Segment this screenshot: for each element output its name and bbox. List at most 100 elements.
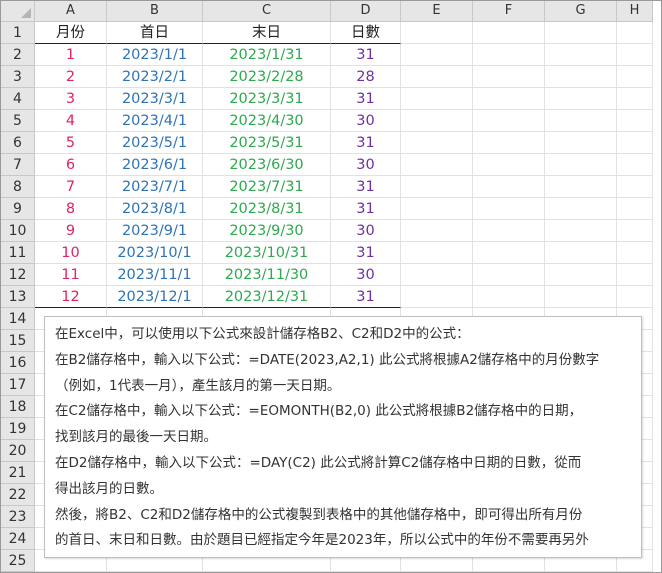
cell-month[interactable]: 1 bbox=[35, 44, 107, 66]
cell-e5[interactable] bbox=[401, 110, 473, 132]
cell-g3[interactable] bbox=[545, 66, 617, 88]
cell-h9[interactable] bbox=[617, 198, 653, 220]
cell-f7[interactable] bbox=[473, 154, 545, 176]
cell-f3[interactable] bbox=[473, 66, 545, 88]
cell-first-day[interactable]: 2023/9/1 bbox=[107, 220, 203, 242]
cell-e7[interactable] bbox=[401, 154, 473, 176]
cell-days[interactable]: 31 bbox=[331, 286, 401, 308]
cell-g6[interactable] bbox=[545, 132, 617, 154]
cell-g4[interactable] bbox=[545, 88, 617, 110]
cell-first-day[interactable]: 2023/3/1 bbox=[107, 88, 203, 110]
cell-g2[interactable] bbox=[545, 44, 617, 66]
cell-f6[interactable] bbox=[473, 132, 545, 154]
cell-f5[interactable] bbox=[473, 110, 545, 132]
row-header-20[interactable]: 20 bbox=[1, 440, 35, 462]
cell-first-day[interactable]: 2023/8/1 bbox=[107, 198, 203, 220]
cell-days[interactable]: 31 bbox=[331, 44, 401, 66]
cell-f13[interactable] bbox=[473, 286, 545, 308]
row-header-18[interactable]: 18 bbox=[1, 396, 35, 418]
cell-last-day[interactable]: 2023/7/31 bbox=[203, 176, 331, 198]
cell-e6[interactable] bbox=[401, 132, 473, 154]
cell-last-day[interactable]: 2023/4/30 bbox=[203, 110, 331, 132]
cell-days[interactable]: 31 bbox=[331, 198, 401, 220]
cell-g9[interactable] bbox=[545, 198, 617, 220]
column-header-d[interactable]: D bbox=[331, 1, 401, 22]
row-header-1[interactable]: 1 bbox=[1, 22, 35, 44]
cell-month[interactable]: 5 bbox=[35, 132, 107, 154]
cell-last-day[interactable]: 2023/6/30 bbox=[203, 154, 331, 176]
cell-month[interactable]: 8 bbox=[35, 198, 107, 220]
cell-h3[interactable] bbox=[617, 66, 653, 88]
cell-f8[interactable] bbox=[473, 176, 545, 198]
row-header-2[interactable]: 2 bbox=[1, 44, 35, 66]
cell-last-day[interactable]: 2023/10/31 bbox=[203, 242, 331, 264]
cell-e8[interactable] bbox=[401, 176, 473, 198]
column-header-e[interactable]: E bbox=[401, 1, 473, 22]
column-header-a[interactable]: A bbox=[35, 1, 107, 22]
column-header-h[interactable]: H bbox=[617, 1, 653, 22]
row-header-12[interactable]: 12 bbox=[1, 264, 35, 286]
row-header-11[interactable]: 11 bbox=[1, 242, 35, 264]
cell-last-day[interactable]: 2023/8/31 bbox=[203, 198, 331, 220]
row-header-9[interactable]: 9 bbox=[1, 198, 35, 220]
cell-days[interactable]: 30 bbox=[331, 264, 401, 286]
cell-f11[interactable] bbox=[473, 242, 545, 264]
row-header-25[interactable]: 25 bbox=[1, 550, 35, 572]
cell-e12[interactable] bbox=[401, 264, 473, 286]
cell-h12[interactable] bbox=[617, 264, 653, 286]
cell-f10[interactable] bbox=[473, 220, 545, 242]
cell-month[interactable]: 11 bbox=[35, 264, 107, 286]
row-header-14[interactable]: 14 bbox=[1, 308, 35, 330]
cell-days[interactable]: 30 bbox=[331, 110, 401, 132]
row-header-23[interactable]: 23 bbox=[1, 506, 35, 528]
row-header-16[interactable]: 16 bbox=[1, 352, 35, 374]
cell-days[interactable]: 28 bbox=[331, 66, 401, 88]
cell-f1[interactable] bbox=[473, 22, 545, 44]
cell-h13[interactable] bbox=[617, 286, 653, 308]
row-header-10[interactable]: 10 bbox=[1, 220, 35, 242]
cell-month[interactable]: 7 bbox=[35, 176, 107, 198]
cell-month[interactable]: 6 bbox=[35, 154, 107, 176]
cell-e9[interactable] bbox=[401, 198, 473, 220]
cell-month[interactable]: 9 bbox=[35, 220, 107, 242]
cell-f2[interactable] bbox=[473, 44, 545, 66]
cell-last-day[interactable]: 2023/3/31 bbox=[203, 88, 331, 110]
cell-e11[interactable] bbox=[401, 242, 473, 264]
cell-f12[interactable] bbox=[473, 264, 545, 286]
cell-g10[interactable] bbox=[545, 220, 617, 242]
cell-month[interactable]: 12 bbox=[35, 286, 107, 308]
cell-first-day[interactable]: 2023/10/1 bbox=[107, 242, 203, 264]
cell-last-day[interactable]: 2023/12/31 bbox=[203, 286, 331, 308]
cell-e1[interactable] bbox=[401, 22, 473, 44]
row-header-6[interactable]: 6 bbox=[1, 132, 35, 154]
cell-f4[interactable] bbox=[473, 88, 545, 110]
cell-first-day[interactable]: 2023/6/1 bbox=[107, 154, 203, 176]
cell-days[interactable]: 31 bbox=[331, 176, 401, 198]
cell-h6[interactable] bbox=[617, 132, 653, 154]
row-header-22[interactable]: 22 bbox=[1, 484, 35, 506]
cell-g11[interactable] bbox=[545, 242, 617, 264]
cell-first-day[interactable]: 2023/2/1 bbox=[107, 66, 203, 88]
cell-h5[interactable] bbox=[617, 110, 653, 132]
cell-g12[interactable] bbox=[545, 264, 617, 286]
cell-g1[interactable] bbox=[545, 22, 617, 44]
cell-last-day[interactable]: 2023/11/30 bbox=[203, 264, 331, 286]
cell-h11[interactable] bbox=[617, 242, 653, 264]
cell-e10[interactable] bbox=[401, 220, 473, 242]
cell-first-day[interactable]: 2023/11/1 bbox=[107, 264, 203, 286]
cell-month[interactable]: 2 bbox=[35, 66, 107, 88]
cell-last-day[interactable]: 2023/2/28 bbox=[203, 66, 331, 88]
row-header-5[interactable]: 5 bbox=[1, 110, 35, 132]
cell-days[interactable]: 30 bbox=[331, 154, 401, 176]
row-header-15[interactable]: 15 bbox=[1, 330, 35, 352]
cell-h7[interactable] bbox=[617, 154, 653, 176]
cell-last-day[interactable]: 2023/5/31 bbox=[203, 132, 331, 154]
cell-last-day[interactable]: 2023/1/31 bbox=[203, 44, 331, 66]
cell-g5[interactable] bbox=[545, 110, 617, 132]
row-header-24[interactable]: 24 bbox=[1, 528, 35, 550]
column-header-b[interactable]: B bbox=[107, 1, 203, 22]
cell-h4[interactable] bbox=[617, 88, 653, 110]
row-header-21[interactable]: 21 bbox=[1, 462, 35, 484]
cell-days[interactable]: 31 bbox=[331, 242, 401, 264]
cell-days[interactable]: 30 bbox=[331, 220, 401, 242]
